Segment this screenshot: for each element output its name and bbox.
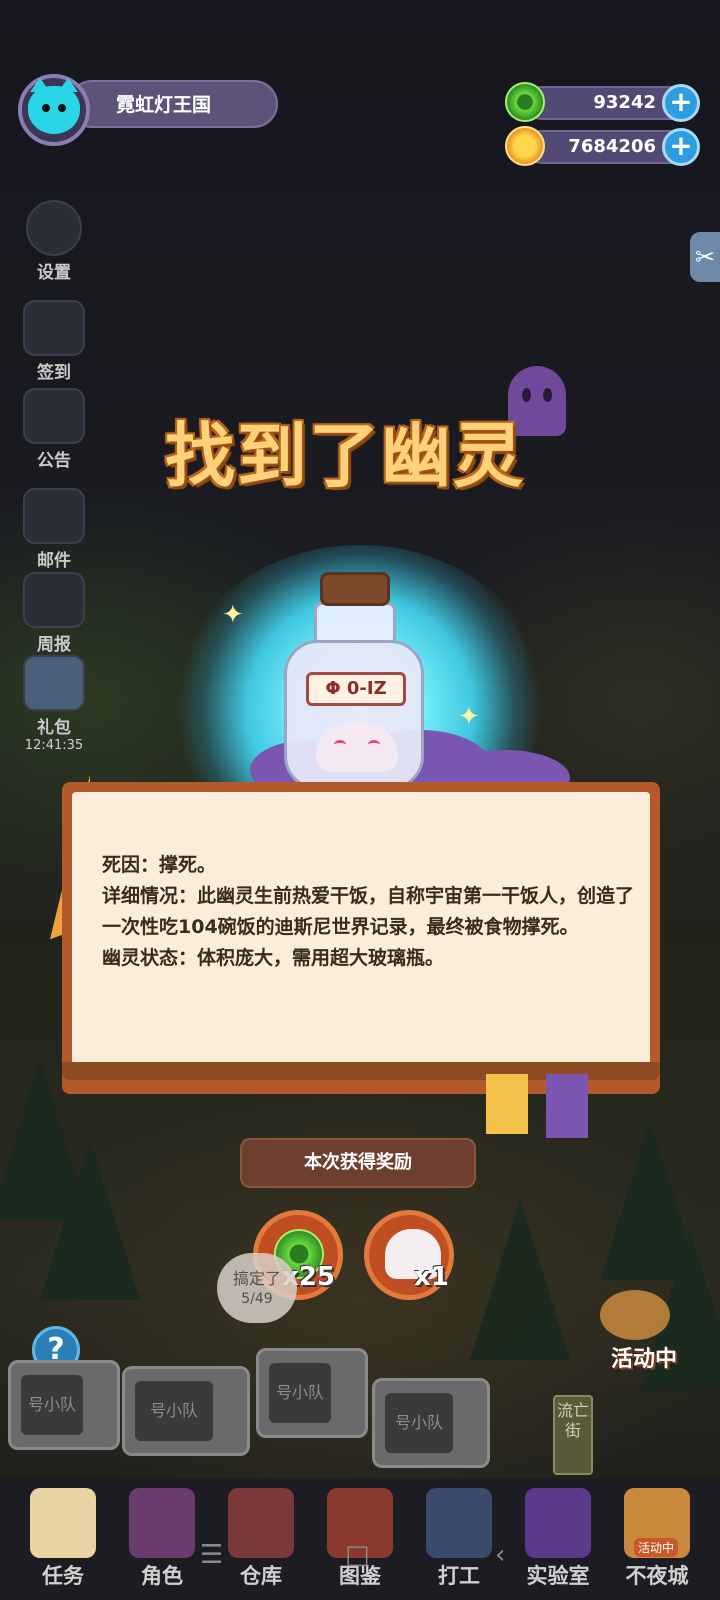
side-label: 签到 <box>37 363 71 383</box>
scissors-icon[interactable]: ✂ <box>690 232 720 282</box>
side-label: 礼包 <box>37 718 71 738</box>
side-label: 邮件 <box>37 551 71 571</box>
side-announcement[interactable]: 公告 <box>18 388 90 471</box>
team-slot[interactable]: 号小队 <box>372 1378 490 1468</box>
cause-of-death: 死因：撑死。 <box>102 854 217 876</box>
system-home-icon[interactable]: □ <box>345 1540 370 1570</box>
bottom-nav: 任务 角色 仓库 图鉴 打工 实验室 不夜城 <box>0 1478 720 1600</box>
cat-face-icon <box>28 78 80 134</box>
system-menu-icon[interactable]: ☰ <box>200 1540 223 1570</box>
megaphone-icon <box>23 388 85 444</box>
bookmark-yellow <box>486 1074 528 1134</box>
team-label: 号小队 <box>135 1381 213 1441</box>
ghost-state: 幽灵状态：体积庞大，需用超大玻璃瓶。 <box>102 947 445 969</box>
exile-street-sign[interactable]: 流亡街 <box>553 1395 593 1475</box>
system-back-icon[interactable]: ‹ <box>495 1540 505 1570</box>
gift-icon <box>23 655 85 711</box>
newspaper-icon <box>23 572 85 628</box>
nav-label: 仓库 <box>240 1564 282 1588</box>
green-coin-icon <box>505 82 545 122</box>
tree <box>40 1140 140 1300</box>
nav-label: 任务 <box>42 1564 84 1588</box>
team-label: 号小队 <box>21 1375 83 1435</box>
warehouse-icon <box>228 1488 294 1558</box>
city-event-badge: 活动中 <box>634 1538 679 1557</box>
bubble-progress: 5/49 <box>241 1291 273 1307</box>
checkin-icon <box>23 300 85 356</box>
event-active-button[interactable]: 活动中 <box>585 1330 703 1390</box>
nav-codex[interactable]: 图鉴 <box>315 1488 405 1590</box>
gift-timer: 12:41:35 <box>24 738 84 753</box>
bottle-tag: Φ 0-IZ <box>306 672 406 706</box>
ghost-bottle: Φ 0-IZ <box>284 572 424 790</box>
found-ghost-title: 找到了幽灵 <box>165 415 525 497</box>
ghost-icon <box>316 722 398 772</box>
nav-work[interactable]: 打工 <box>414 1488 504 1590</box>
side-label: 周报 <box>37 635 71 655</box>
gold-coin-icon <box>505 126 545 166</box>
team-label: 号小队 <box>385 1393 453 1453</box>
nav-label: 角色 <box>141 1564 183 1588</box>
reward-qty: x1 <box>414 1262 449 1292</box>
side-mail[interactable]: 邮件 <box>18 488 90 571</box>
add-gold-coin-button[interactable]: + <box>662 128 700 166</box>
currency-green: 93242 + <box>505 82 700 122</box>
nav-warehouse[interactable]: 仓库 <box>216 1488 306 1590</box>
nav-task[interactable]: 任务 <box>18 1488 108 1590</box>
lab-icon <box>525 1488 591 1558</box>
ghost-description: 死因：撑死。 详细情况：此幽灵生前热爱干饭，自称宇宙第一干饭人，创造了一次性吃1… <box>102 850 642 974</box>
team-slot[interactable]: 号小队 <box>256 1348 368 1438</box>
team-label: 号小队 <box>269 1363 331 1423</box>
side-label: 设置 <box>37 263 71 283</box>
gear-icon <box>26 200 82 256</box>
player-name: 霓虹灯王国 <box>116 94 212 116</box>
green-coin-value: 93242 <box>593 92 656 113</box>
npc-speech-bubble: 搞定了 5/49 <box>217 1253 297 1323</box>
add-green-coin-button[interactable]: + <box>662 84 700 122</box>
task-icon <box>30 1488 96 1558</box>
nav-label: 不夜城 <box>625 1564 689 1588</box>
team-slot[interactable]: 号小队 <box>122 1366 250 1456</box>
side-gift-pack[interactable]: 礼包 12:41:35 <box>18 655 90 753</box>
side-checkin[interactable]: 签到 <box>18 300 90 383</box>
sparkle-icon: ✦ <box>222 600 244 630</box>
reward-banner: 本次获得奖励 <box>242 1140 474 1186</box>
bottle-cork <box>320 572 390 606</box>
bookmark-purple <box>546 1074 588 1138</box>
nav-label: 实验室 <box>526 1564 590 1588</box>
team-slot[interactable]: 号小队 <box>8 1360 120 1450</box>
gold-coin-value: 7684206 <box>568 136 656 157</box>
character-icon <box>129 1488 195 1558</box>
nav-lab[interactable]: 实验室 <box>513 1488 603 1590</box>
player-avatar[interactable] <box>18 74 90 146</box>
nav-character[interactable]: 角色 <box>117 1488 207 1590</box>
side-label: 公告 <box>37 451 71 471</box>
sparkle-icon: ✦ <box>458 702 480 732</box>
tree <box>470 1200 570 1360</box>
detail-text: 详细情况：此幽灵生前热爱干饭，自称宇宙第一干饭人，创造了一次性吃104碗饭的迪斯… <box>102 885 635 938</box>
mail-icon <box>23 488 85 544</box>
nav-label: 打工 <box>438 1564 480 1588</box>
bubble-text: 搞定了 <box>232 1269 281 1288</box>
currency-gold: 7684206 + <box>505 126 700 166</box>
side-settings[interactable]: 设置 <box>18 200 90 283</box>
work-icon <box>426 1488 492 1558</box>
side-weekly-report[interactable]: 周报 <box>18 572 90 655</box>
